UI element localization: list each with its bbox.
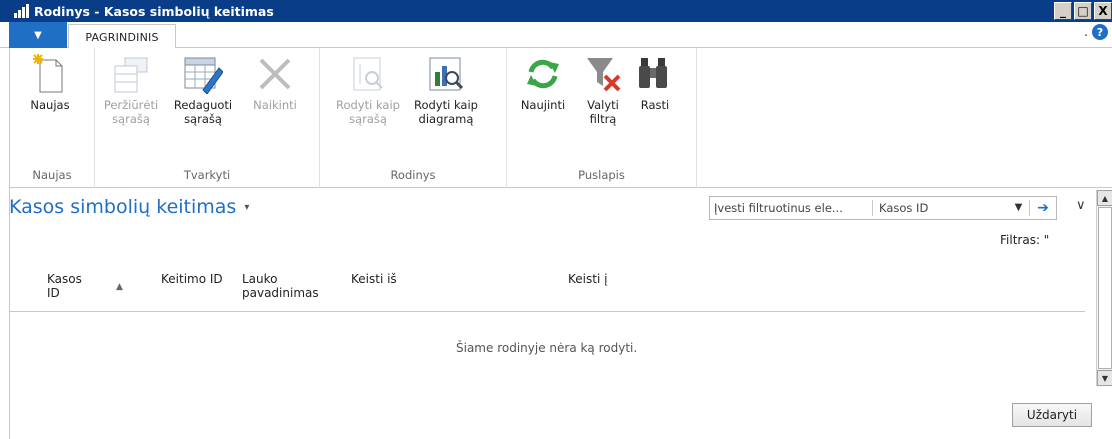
empty-list-message: Šiame rodinyje nėra ką rodyti. bbox=[456, 341, 638, 355]
tab-pagrindinis[interactable]: PAGRINDINIS bbox=[68, 24, 176, 49]
new-button[interactable]: Naujas bbox=[14, 54, 86, 112]
show-as-list-label: Rodyti kaip sąrašą bbox=[336, 98, 400, 126]
group-label-naujas: Naujas bbox=[32, 168, 72, 182]
column-keisti-i[interactable]: Keisti į bbox=[568, 272, 607, 286]
scroll-down-icon[interactable]: ▼ bbox=[1097, 370, 1112, 386]
delete-label: Naikinti bbox=[253, 98, 297, 112]
group-label-tvarkyti: Tvarkyti bbox=[183, 168, 231, 182]
clear-filter-icon bbox=[583, 54, 623, 94]
view-list-label: Peržiūrėti sąrašą bbox=[103, 98, 159, 126]
refresh-icon bbox=[523, 54, 563, 94]
column-lauko-pavadinimas[interactable]: Lauko pavadinimas bbox=[242, 272, 319, 300]
group-label-puslapis: Puslapis bbox=[578, 168, 625, 182]
show-as-list-icon bbox=[348, 54, 388, 94]
filter-status: Filtras: " bbox=[1000, 233, 1050, 247]
filter-input[interactable]: Įvesti filtruotinus ele... bbox=[710, 200, 873, 216]
chevron-down-icon[interactable]: ▼ bbox=[1008, 200, 1030, 216]
ribbon-group-naujas: Naujas Naujas bbox=[10, 48, 95, 188]
app-chart-icon bbox=[14, 4, 30, 18]
column-kasos-id[interactable]: Kasos ID bbox=[47, 272, 82, 300]
app-menu-button[interactable]: ▼ bbox=[9, 22, 67, 48]
new-button-label: Naujas bbox=[30, 98, 70, 112]
column-keitimo-id[interactable]: Keitimo ID bbox=[161, 272, 223, 286]
page-title: Kasos simbolių keitimas bbox=[9, 196, 237, 218]
show-as-list-button[interactable]: Rodyti kaip sąrašą bbox=[332, 54, 404, 126]
scroll-thumb[interactable] bbox=[1098, 207, 1112, 369]
window-title: Rodinys - Kasos simbolių keitimas bbox=[34, 3, 274, 19]
close-window-button[interactable]: X bbox=[1094, 2, 1112, 20]
clear-filter-label: Valyti filtrą bbox=[587, 98, 619, 126]
show-as-chart-button[interactable]: Rodyti kaip diagramą bbox=[410, 54, 482, 126]
view-list-icon bbox=[111, 54, 151, 94]
help-area: . ? bbox=[1084, 24, 1108, 40]
ribbon-group-tvarkyti: Peržiūrėti sąrašą Redaguoti sąrašą Naiki… bbox=[95, 48, 320, 188]
minimize-button[interactable]: _ bbox=[1054, 2, 1072, 20]
ribbon-group-rodinys: Rodyti kaip sąrašą Rodyti kaip diagramą … bbox=[320, 48, 507, 188]
page-title-area[interactable]: Kasos simbolių keitimas ▾ bbox=[9, 196, 249, 218]
scroll-up-icon[interactable]: ▲ bbox=[1097, 190, 1112, 206]
help-dot: . bbox=[1084, 25, 1088, 39]
sort-ascending-icon: ▲ bbox=[116, 282, 123, 292]
show-as-chart-label: Rodyti kaip diagramą bbox=[414, 98, 478, 126]
find-label: Rasti bbox=[640, 98, 670, 112]
caret-down-icon[interactable]: ▾ bbox=[244, 202, 249, 213]
new-document-icon bbox=[30, 54, 70, 94]
window-controls: _ □ X bbox=[1054, 2, 1112, 20]
collapse-chevron-icon[interactable]: ∨ bbox=[1076, 198, 1086, 213]
find-button[interactable]: Rasti bbox=[619, 54, 691, 112]
edit-list-button[interactable]: Redaguoti sąrašą bbox=[167, 54, 239, 126]
arrow-right-icon[interactable]: ➔ bbox=[1030, 200, 1056, 216]
content-left-border bbox=[9, 188, 10, 439]
view-list-button[interactable]: Peržiūrėti sąrašą bbox=[95, 54, 167, 126]
filter-box: Įvesti filtruotinus ele... Kasos ID ▼ ➔ bbox=[709, 196, 1057, 220]
show-as-chart-icon bbox=[426, 54, 466, 94]
refresh-label: Naujinti bbox=[520, 98, 566, 112]
filter-field-select[interactable]: Kasos ID bbox=[873, 201, 1008, 215]
ribbon-group-puslapis: Naujinti Valyti filtrą Rasti Puslapis bbox=[507, 48, 697, 188]
ribbon: Naujas Naujas Peržiūrėti sąrašą Redaguot… bbox=[9, 48, 1112, 188]
vertical-scrollbar[interactable]: ▲ ▼ bbox=[1096, 190, 1112, 386]
edit-list-label: Redaguoti sąrašą bbox=[173, 98, 233, 126]
maximize-button[interactable]: □ bbox=[1074, 2, 1092, 20]
group-label-rodinys: Rodinys bbox=[390, 168, 436, 182]
close-button[interactable]: Uždaryti bbox=[1012, 403, 1092, 427]
edit-list-icon bbox=[183, 54, 223, 94]
column-headers: Kasos ID ▲ Keitimo ID Lauko pavadinimas … bbox=[9, 262, 1085, 312]
delete-button[interactable]: Naikinti bbox=[239, 54, 311, 112]
column-keisti-is[interactable]: Keisti iš bbox=[351, 272, 397, 286]
delete-icon bbox=[255, 54, 295, 94]
window-titlebar: Rodinys - Kasos simbolių keitimas bbox=[0, 0, 1112, 22]
help-icon[interactable]: ? bbox=[1092, 24, 1108, 40]
chevron-down-icon: ▼ bbox=[34, 29, 42, 41]
binoculars-icon bbox=[635, 54, 675, 94]
